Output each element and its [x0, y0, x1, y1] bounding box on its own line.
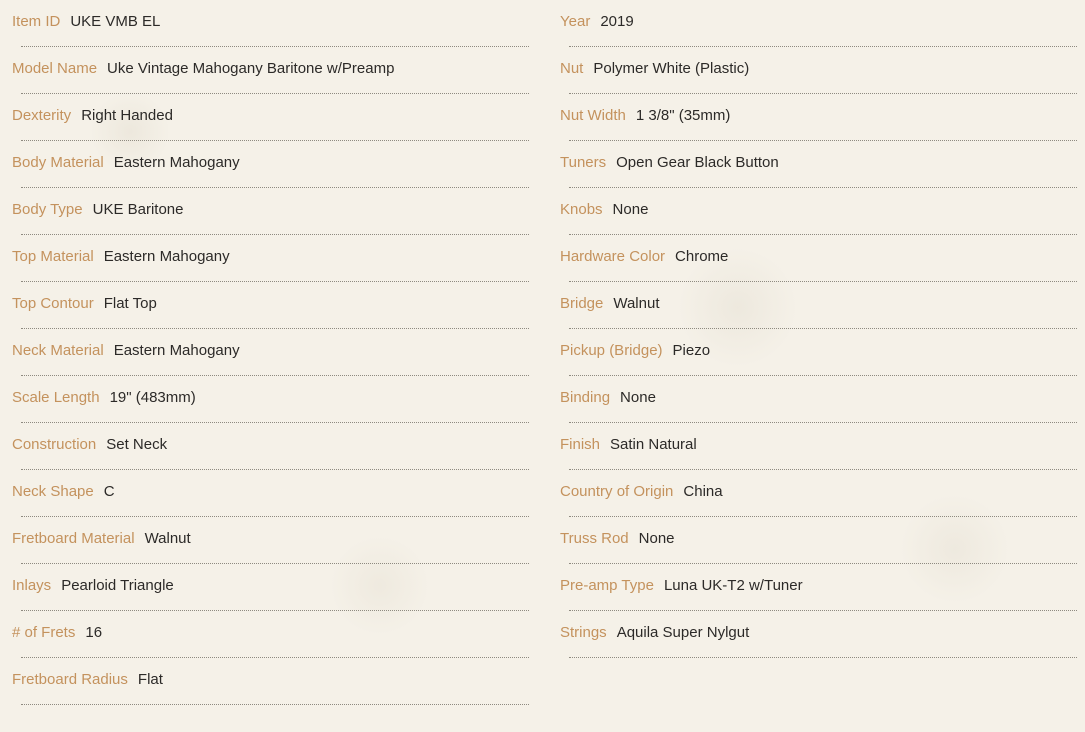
spec-value: Walnut — [144, 530, 191, 547]
spec-value: Right Handed — [81, 107, 173, 124]
spec-label: Neck Material — [12, 342, 104, 359]
spec-row-model-name: Model Name Uke Vintage Mahogany Baritone … — [12, 47, 529, 94]
spec-row-inlays: Inlays Pearloid Triangle — [12, 564, 529, 611]
spec-label: Pickup (Bridge) — [560, 342, 663, 359]
spec-value: UKE VMB EL — [70, 13, 161, 30]
spec-value: Open Gear Black Button — [616, 154, 779, 171]
spec-row-fretboard-material: Fretboard Material Walnut — [12, 517, 529, 564]
spec-label: Body Type — [12, 201, 83, 218]
spec-row-tuners: Tuners Open Gear Black Button — [560, 141, 1077, 188]
spec-label: Construction — [12, 436, 97, 453]
spec-value: Polymer White (Plastic) — [593, 60, 750, 77]
spec-row-nut-width: Nut Width 1 3/8" (35mm) — [560, 94, 1077, 141]
spec-row-finish: Finish Satin Natural — [560, 423, 1077, 470]
spec-label: Pre-amp Type — [560, 577, 654, 594]
spec-row-nut: Nut Polymer White (Plastic) — [560, 47, 1077, 94]
spec-label: Knobs — [560, 201, 603, 218]
spec-value: Chrome — [675, 248, 729, 265]
spec-value: Aquila Super Nylgut — [616, 624, 750, 641]
specs-left-column: Item ID UKE VMB EL Model Name Uke Vintage … — [12, 0, 529, 705]
spec-row-construction: Construction Set Neck — [12, 423, 529, 470]
spec-row-dexterity: Dexterity Right Handed — [12, 94, 529, 141]
spec-value: C — [103, 483, 115, 500]
spec-label: Finish — [560, 436, 601, 453]
spec-value: None — [612, 201, 649, 218]
spec-value: 2019 — [600, 13, 634, 30]
spec-label: Country of Origin — [560, 483, 674, 500]
spec-label: Nut — [560, 60, 584, 77]
spec-row-neck-material: Neck Material Eastern Mahogany — [12, 329, 529, 376]
spec-value: Eastern Mahogany — [103, 248, 230, 265]
spec-row-top-material: Top Material Eastern Mahogany — [12, 235, 529, 282]
spec-value: Pearloid Triangle — [61, 577, 174, 594]
spec-value: None — [620, 389, 656, 406]
spec-label: Inlays — [12, 577, 52, 594]
spec-value: UKE Baritone — [92, 201, 184, 218]
spec-label: Strings — [560, 624, 607, 641]
spec-label: Tuners — [560, 154, 607, 171]
spec-value: Eastern Mahogany — [113, 342, 240, 359]
spec-label: Body Material — [12, 154, 104, 171]
row-divider — [21, 704, 529, 705]
spec-value: Flat — [137, 671, 163, 688]
spec-label: Scale Length — [12, 389, 100, 406]
spec-value: Luna UK-T2 w/Tuner — [663, 577, 803, 594]
spec-row-strings: Strings Aquila Super Nylgut — [560, 611, 1077, 658]
spec-row-item-id: Item ID UKE VMB EL — [12, 0, 529, 47]
spec-row-number-of-frets: # of Frets 16 — [12, 611, 529, 658]
spec-row-fretboard-radius: Fretboard Radius Flat — [12, 658, 529, 705]
spec-value: Flat Top — [103, 295, 157, 312]
spec-row-hardware-color: Hardware Color Chrome — [560, 235, 1077, 282]
spec-label: Truss Rod — [560, 530, 629, 547]
spec-value: Set Neck — [106, 436, 168, 453]
spec-row-body-material: Body Material Eastern Mahogany — [12, 141, 529, 188]
spec-label: Fretboard Radius — [12, 671, 128, 688]
spec-row-body-type: Body Type UKE Baritone — [12, 188, 529, 235]
spec-value: Walnut — [613, 295, 660, 312]
spec-value: None — [638, 530, 675, 547]
spec-value: Uke Vintage Mahogany Baritone w/Preamp — [107, 60, 395, 77]
spec-row-knobs: Knobs None — [560, 188, 1077, 235]
spec-value: Eastern Mahogany — [113, 154, 240, 171]
spec-label: Model Name — [12, 60, 98, 77]
spec-label: Binding — [560, 389, 611, 406]
spec-value: 16 — [85, 624, 103, 641]
spec-row-neck-shape: Neck Shape C — [12, 470, 529, 517]
row-divider — [569, 657, 1077, 658]
spec-label: Bridge — [560, 295, 604, 312]
spec-label: Neck Shape — [12, 483, 94, 500]
spec-label: Hardware Color — [560, 248, 666, 265]
spec-row-binding: Binding None — [560, 376, 1077, 423]
spec-row-bridge: Bridge Walnut — [560, 282, 1077, 329]
spec-label: Year — [560, 13, 591, 30]
spec-row-country-of-origin: Country of Origin China — [560, 470, 1077, 517]
spec-label: Top Contour — [12, 295, 94, 312]
spec-row-truss-rod: Truss Rod None — [560, 517, 1077, 564]
spec-label: Item ID — [12, 13, 61, 30]
spec-row-scale-length: Scale Length 19" (483mm) — [12, 376, 529, 423]
spec-row-preamp-type: Pre-amp Type Luna UK-T2 w/Tuner — [560, 564, 1077, 611]
spec-value: 19" (483mm) — [109, 389, 196, 406]
spec-label: Top Material — [12, 248, 94, 265]
spec-label: # of Frets — [12, 624, 76, 641]
spec-value: 1 3/8" (35mm) — [635, 107, 731, 124]
spec-value: Satin Natural — [610, 436, 697, 453]
specs-right-column: Year 2019 Nut Polymer White (Plastic) Nut … — [560, 0, 1077, 658]
spec-row-year: Year 2019 — [560, 0, 1077, 47]
spec-label: Nut Width — [560, 107, 626, 124]
spec-value: China — [683, 483, 723, 500]
spec-label: Fretboard Material — [12, 530, 135, 547]
specifications-table: Item ID UKE VMB EL Model Name Uke Vintage … — [0, 0, 1085, 732]
spec-label: Dexterity — [12, 107, 72, 124]
spec-row-pickup-bridge: Pickup (Bridge) Piezo — [560, 329, 1077, 376]
spec-row-top-contour: Top Contour Flat Top — [12, 282, 529, 329]
spec-value: Piezo — [672, 342, 711, 359]
